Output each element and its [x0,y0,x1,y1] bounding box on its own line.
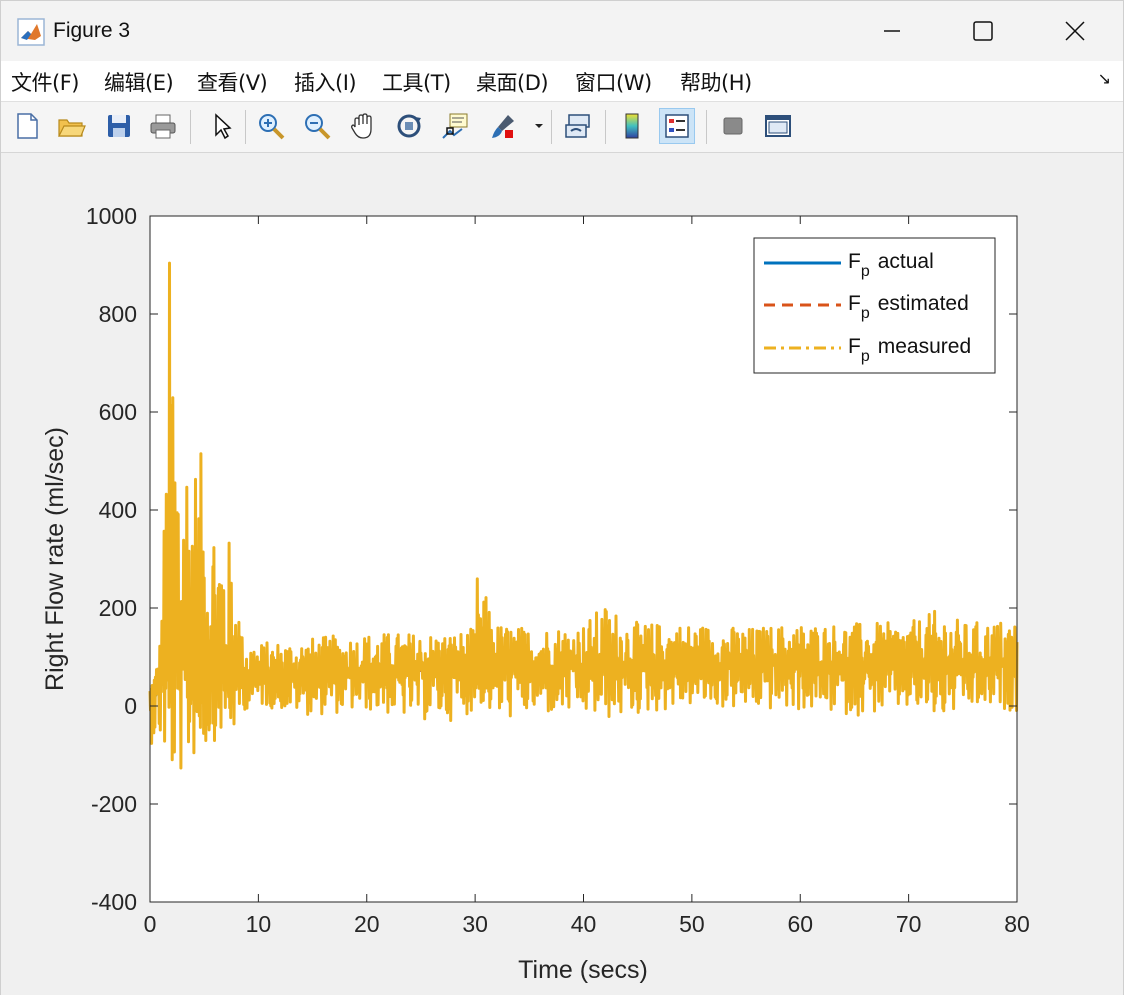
brush-icon [492,115,514,138]
y-tick-label: 0 [124,693,137,719]
zoom-in-icon [259,114,285,140]
colorbar-button[interactable] [614,108,650,144]
toolbar-separator [706,110,707,144]
show-tools-icon [765,115,791,137]
pan-button[interactable] [345,108,381,144]
y-tick-label: 200 [99,595,137,621]
y-tick-label: 600 [99,399,137,425]
x-tick-label: 60 [787,911,813,937]
link-plot-button[interactable] [560,108,596,144]
x-axis-label: Time (secs) [518,956,648,984]
menu-window[interactable]: 窗口(W) [575,67,652,97]
menu-tools[interactable]: 工具(T) [382,67,451,97]
y-axis-label: Right Flow rate (ml/sec) [41,427,69,691]
rotate-3d-icon [397,114,421,138]
brush-button[interactable] [485,108,521,144]
close-button[interactable] [1035,1,1115,61]
menu-help[interactable]: 帮助(H) [680,67,752,97]
menu-edit[interactable]: 编辑(E) [104,67,174,97]
data-cursor-button[interactable] [437,108,473,144]
x-tick-label: 50 [679,911,705,937]
x-tick-label: 20 [354,911,380,937]
matlab-icon [17,18,45,46]
hide-tools-icon [723,117,743,135]
figure-canvas: 0 10 20 30 40 50 60 70 80 1000 800 600 400 200 0 -200 -4… [1,153,1123,995]
select-button[interactable] [203,108,239,144]
legend-icon [665,114,689,138]
toolbar-separator [245,110,246,144]
dock-arrow-icon[interactable]: ↘ [1098,69,1111,88]
data-cursor-icon [442,113,468,139]
menu-desktop[interactable]: 桌面(D) [476,67,549,97]
toolbar-separator [190,110,191,144]
open-file-icon [58,119,86,137]
save-icon [108,115,130,137]
print-button[interactable] [145,108,181,144]
window-title: Figure 3 [53,19,131,42]
minimize-button[interactable] [852,1,932,61]
menu-file[interactable]: 文件(F) [11,67,79,97]
rotate-3d-button[interactable] [391,108,427,144]
x-tick-label: 70 [896,911,922,937]
zoom-out-button[interactable] [299,108,335,144]
close-icon [1065,21,1085,41]
save-button[interactable] [101,108,137,144]
open-file-button[interactable] [53,108,89,144]
legend-button[interactable] [659,108,695,144]
minimize-icon [884,30,900,32]
x-tick-label: 0 [144,911,157,937]
x-tick-label: 30 [462,911,488,937]
y-tick-label: 400 [99,497,137,523]
toolbar-separator [605,110,606,144]
y-tick-label: 800 [99,301,137,327]
print-icon [150,114,176,139]
link-plot-icon [565,114,590,138]
show-tools-button[interactable] [760,108,796,144]
brush-dropdown-icon[interactable] [532,116,546,134]
x-tick-label: 40 [571,911,597,937]
menu-insert[interactable]: 插入(I) [294,67,357,97]
y-tick-label: -200 [91,791,137,817]
new-figure-button[interactable] [9,108,45,144]
zoom-in-button[interactable] [253,108,289,144]
menu-bar: 文件(F) 编辑(E) 查看(V) 插入(I) 工具(T) 桌面(D) 窗口(W… [1,61,1123,102]
toolbar-separator [551,110,552,144]
pan-hand-icon [351,113,372,139]
maximize-icon [973,21,993,41]
menu-view[interactable]: 查看(V) [197,67,268,97]
title-bar[interactable]: Figure 3 [1,1,1123,61]
figure-toolbar [1,102,1123,153]
x-tick-label: 10 [246,911,272,937]
y-tick-label: -400 [91,889,137,915]
select-arrow-icon [215,113,232,140]
figure-window: Figure 3 文件(F) 编辑(E) 查看(V) 插入(I) 工具(T) 桌… [0,0,1124,995]
zoom-out-icon [305,114,331,140]
y-tick-label: 1000 [86,203,137,229]
new-figure-icon [17,113,38,139]
maximize-button[interactable] [943,1,1023,61]
colorbar-icon [625,113,639,139]
x-tick-label: 80 [1004,911,1030,937]
hide-tools-button[interactable] [715,108,751,144]
legend[interactable]: Fp actual Fp estimated Fp measured [753,237,996,374]
